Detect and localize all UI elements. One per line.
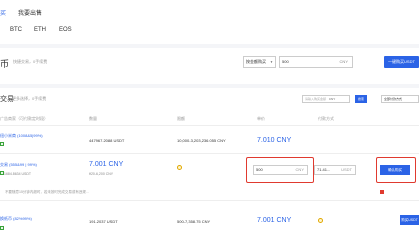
verified-icon: [0, 226, 4, 230]
quick-amount-value: 500: [282, 59, 289, 64]
market-search-button[interactable]: 搜索: [355, 95, 367, 103]
header-limit: 限额: [177, 116, 185, 121]
row-price: 7.001 CNY: [89, 161, 124, 168]
row-limit: 500-7,358.75 CNY: [177, 219, 211, 224]
market-amount-search[interactable]: 请输入购买金额 CNY: [302, 95, 350, 103]
row-amount: 447967.2088 USDT: [89, 138, 125, 143]
header-amount: 数量: [89, 116, 97, 121]
merchant-name[interactable]: 纽小米商 (1008&5|99%): [0, 133, 43, 139]
market-panel: 交易 更多选择，0手续费: [0, 88, 419, 240]
row-limit: ¥20-6,200 CNY: [89, 172, 114, 176]
quick-amount-unit: CNY: [339, 59, 348, 64]
quick-buy-button[interactable]: 一键购买USDT: [384, 56, 419, 68]
divider: [0, 125, 419, 126]
quick-buy-panel: 币 快捷交易，0手续费: [0, 48, 419, 84]
chevron-down-icon: ▼: [270, 60, 273, 64]
coin-icon: [177, 165, 182, 170]
cny-amount-unit: CNY: [295, 167, 304, 172]
header-merchant: 广告商家（可付款定时段）: [0, 116, 48, 121]
verified-icon: [0, 171, 4, 175]
tab-sell[interactable]: 我要出售: [18, 8, 42, 17]
merchant-name[interactable]: 交易 (555&99 | 99%): [0, 162, 37, 168]
coin-tab-eos[interactable]: EOS: [59, 27, 72, 33]
usdt-amount-value: 71.41...: [317, 167, 331, 172]
buy-mode-select[interactable]: 按金额购买 ▼: [243, 56, 276, 68]
quick-amount-input[interactable]: 500 CNY: [279, 56, 353, 68]
row-amount-usdt: 1684.8634 USDT: [4, 172, 32, 176]
payment-filter-select[interactable]: 全部付款方式: [381, 95, 419, 103]
row-limit: 10,000-3,203,236.055 CNY: [177, 138, 226, 143]
trade-notice: 不要随意15分钟内超时，若未按时完成交易或有违规...: [5, 190, 89, 194]
top-nav: 买 我要出售 BTC ETH EOS: [0, 0, 419, 44]
header-payment: 付款方式: [318, 116, 334, 121]
merchant-name[interactable]: 换纸币 (82%99%): [0, 216, 32, 222]
row-amount: 191.2037 USDT: [89, 219, 118, 224]
row-price: 7.001 CNY: [257, 217, 292, 224]
quick-buy-title: 币: [0, 59, 10, 69]
cny-amount-input[interactable]: 500 CNY: [253, 165, 308, 175]
quick-buy-subtitle: 快捷交易，0手续费: [13, 59, 48, 64]
market-subtitle: 更多选择，0手续费: [12, 96, 47, 101]
coin-tab-btc[interactable]: BTC: [10, 27, 22, 33]
header-price: 单价: [257, 116, 265, 121]
buy-usdt-button[interactable]: 购买USDT: [400, 215, 419, 225]
cny-amount-value: 500: [256, 167, 263, 172]
close-icon[interactable]: [380, 190, 384, 194]
divider: [0, 200, 419, 201]
divider: [0, 153, 419, 154]
coin-icon: [318, 218, 323, 223]
coin-tab-eth[interactable]: ETH: [34, 27, 46, 33]
usdt-amount-input[interactable]: 71.41... USDT: [314, 165, 356, 175]
payment-filter-value: 全部付款方式: [384, 97, 403, 101]
market-search-placeholder: 请输入购买金额: [305, 97, 327, 101]
tab-buy[interactable]: 买: [0, 8, 6, 17]
verified-icon: [0, 142, 4, 146]
usdt-amount-unit: USDT: [341, 167, 352, 172]
market-search-unit: CNY: [328, 97, 336, 101]
confirm-buy-button[interactable]: 确认购买: [380, 165, 410, 175]
buy-mode-value: 按金额购买: [246, 59, 266, 64]
row-price: 7.010 CNY: [257, 137, 292, 144]
